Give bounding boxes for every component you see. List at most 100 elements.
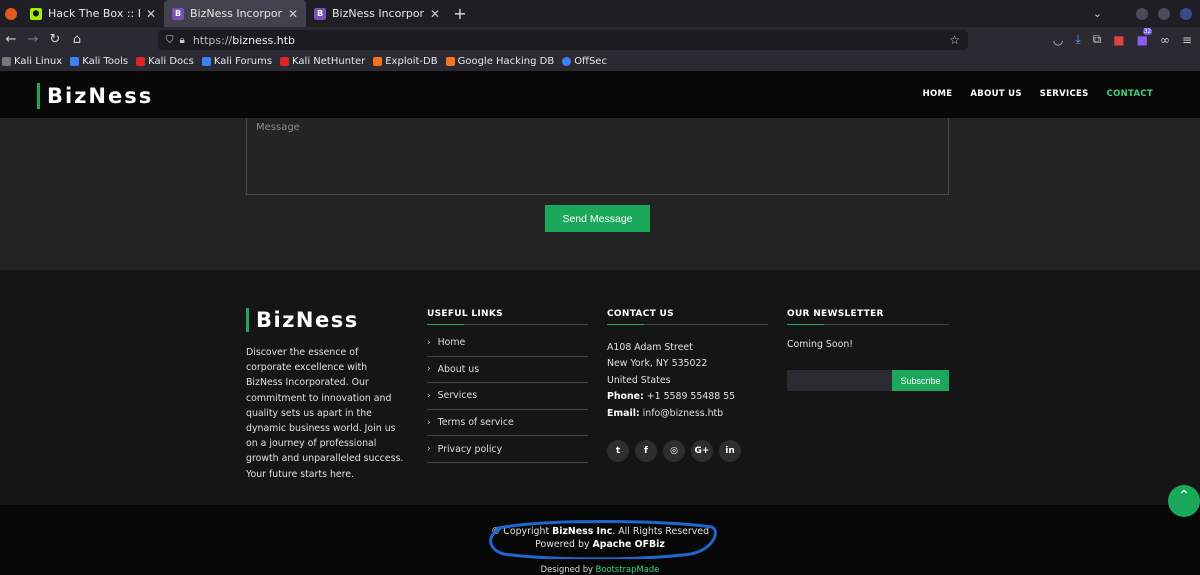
window-controls: ⌄ [1093, 0, 1200, 27]
message-textarea[interactable]: Message [246, 118, 949, 195]
bookmark-item[interactable]: Kali Forums [201, 56, 273, 67]
menu-contact[interactable]: CONTACT [1107, 89, 1153, 99]
firefox-icon [5, 7, 17, 20]
bookmark-item[interactable]: Kali NetHunter [280, 56, 365, 67]
designed-by: Designed by BootstrapMade [0, 564, 1200, 574]
close-window-button[interactable] [1180, 7, 1192, 20]
chevron-right-icon: › [427, 417, 431, 428]
site-logo[interactable]: BizNess [37, 83, 153, 109]
menu-home[interactable]: HOME [923, 89, 953, 99]
contact-us-title: CONTACT US [607, 309, 674, 319]
title-divider [427, 324, 588, 325]
tab-title: BizNess Incorporated [190, 7, 282, 20]
bookmark-label: Exploit-DB [385, 56, 438, 67]
lock-icon[interactable]: 🔒︎ [180, 35, 185, 46]
footer-link-home[interactable]: › Home [427, 330, 588, 357]
menu-about-us[interactable]: ABOUT US [970, 89, 1021, 99]
url-bar[interactable]: ⛉ 🔒︎ https:// bizness.htb ☆ [158, 30, 968, 50]
close-icon[interactable]: ✕ [430, 7, 440, 21]
bookmark-item[interactable]: Google Hacking DB [445, 56, 554, 67]
menu-services[interactable]: SERVICES [1040, 89, 1089, 99]
email-address[interactable]: info@bizness.htb [643, 408, 723, 419]
maximize-button[interactable] [1158, 7, 1170, 20]
social-links: t f ◎ G+ in [607, 440, 741, 462]
bookmark-star-icon[interactable]: ☆ [949, 33, 960, 47]
site-header: BizNess HOME ABOUT US SERVICES CONTACT [0, 71, 1200, 118]
footer-top: BizNess Discover the essence of corporat… [0, 270, 1200, 505]
forward-arrow-icon[interactable]: → [22, 32, 44, 47]
link-label: Terms of service [437, 417, 514, 429]
kali-docs-icon [136, 57, 146, 66]
minimize-button[interactable] [1136, 7, 1148, 20]
twitter-icon[interactable]: t [607, 440, 629, 462]
chevron-down-icon[interactable]: ⌄ [1093, 7, 1102, 20]
bootstrap-icon: B [314, 7, 326, 20]
bookmark-label: Kali NetHunter [292, 56, 366, 67]
designed-prefix: Designed by [540, 564, 596, 574]
home-icon[interactable]: ⌂ [66, 32, 88, 47]
url-host: bizness.htb [232, 33, 296, 47]
extensions-icon[interactable]: ⧉ [1093, 32, 1102, 47]
facebook-icon[interactable]: f [635, 440, 657, 462]
chevron-right-icon: › [427, 390, 431, 401]
title-divider [607, 324, 768, 325]
newsletter-text: Coming Soon! [787, 339, 854, 350]
chevron-right-icon: › [427, 337, 431, 348]
tab-title: BizNess Incorporated [332, 7, 424, 20]
tab-bizness-active[interactable]: B BizNess Incorporated ✕ [164, 0, 306, 27]
footer-link-services[interactable]: › Services [427, 383, 588, 410]
send-message-button[interactable]: Send Message [545, 205, 650, 232]
bookmark-item[interactable]: Kali Docs [136, 56, 194, 67]
extension-red-icon[interactable]: ■ [1113, 33, 1124, 47]
main-menu: HOME ABOUT US SERVICES CONTACT [923, 89, 1153, 99]
highlight-annotation [489, 520, 717, 559]
bookmark-label: Kali Linux [14, 56, 63, 67]
back-to-top-button[interactable]: ⌃ [1168, 485, 1200, 517]
designed-by-link[interactable]: BootstrapMade [596, 564, 660, 574]
new-tab-button[interactable]: + [448, 0, 472, 27]
url-protocol: https:// [192, 33, 233, 47]
htb-icon: ⬢ [30, 7, 42, 20]
instagram-icon[interactable]: ◎ [663, 440, 685, 462]
google-plus-icon[interactable]: G+ [691, 440, 713, 462]
bookmark-item[interactable]: OffSec [562, 56, 607, 67]
browser-nav-bar: ← → ↻ ⌂ ⛉ 🔒︎ https:// bizness.htb ☆ ◡ ⤓ … [0, 27, 1200, 52]
extension-purple-icon[interactable]: ■ 32 [1137, 27, 1153, 47]
bootstrap-icon: B [172, 7, 184, 20]
bookmark-label: Kali Forums [213, 56, 273, 67]
newsletter-title: OUR NEWSLETTER [787, 309, 884, 319]
close-icon[interactable]: ✕ [288, 7, 298, 21]
tab-bizness[interactable]: B BizNess Incorporated ✕ [306, 0, 448, 27]
contact-info: A108 Adam Street New York, NY 535022 Uni… [607, 340, 735, 422]
extension-badge: 32 [1142, 27, 1153, 35]
firefox-view-button[interactable] [0, 0, 22, 27]
message-placeholder: Message [256, 122, 300, 133]
phone-label: Phone: [607, 391, 644, 403]
bookmark-label: Kali Tools [82, 56, 129, 67]
linkedin-icon[interactable]: in [719, 440, 741, 462]
download-icon[interactable]: ⤓ [1075, 32, 1080, 47]
subscribe-button[interactable]: Subscribe [892, 370, 949, 391]
link-label: Services [437, 390, 478, 402]
close-icon[interactable]: ✕ [146, 7, 156, 21]
email-row: Email: info@bizness.htb [607, 406, 735, 422]
tab-hack-the-box[interactable]: ⬢ Hack The Box :: Hack The ✕ [22, 0, 164, 27]
bookmark-item[interactable]: Kali Linux [2, 56, 62, 67]
footer-link-about[interactable]: › About us [427, 357, 588, 384]
footer-link-terms[interactable]: › Terms of service [427, 410, 588, 437]
exploit-db-icon [373, 57, 383, 66]
glasses-icon[interactable]: ∞ [1160, 33, 1170, 47]
shield-icon[interactable]: ⛉ [166, 35, 174, 46]
contact-form-section: Message Send Message [0, 118, 1200, 270]
link-label: About us [437, 363, 480, 375]
bookmark-item[interactable]: Exploit-DB [373, 56, 438, 67]
back-arrow-icon[interactable]: ← [0, 32, 22, 47]
newsletter-email-input[interactable] [787, 370, 892, 391]
footer-link-privacy[interactable]: › Privacy policy [427, 436, 588, 463]
bookmark-label: Kali Docs [148, 56, 194, 67]
phone-row: Phone: +1 5589 55488 55 [607, 389, 735, 405]
reload-icon[interactable]: ↻ [44, 32, 66, 47]
menu-icon[interactable]: ≡ [1182, 33, 1192, 47]
pocket-icon[interactable]: ◡ [1053, 33, 1063, 47]
bookmark-item[interactable]: Kali Tools [70, 56, 128, 67]
